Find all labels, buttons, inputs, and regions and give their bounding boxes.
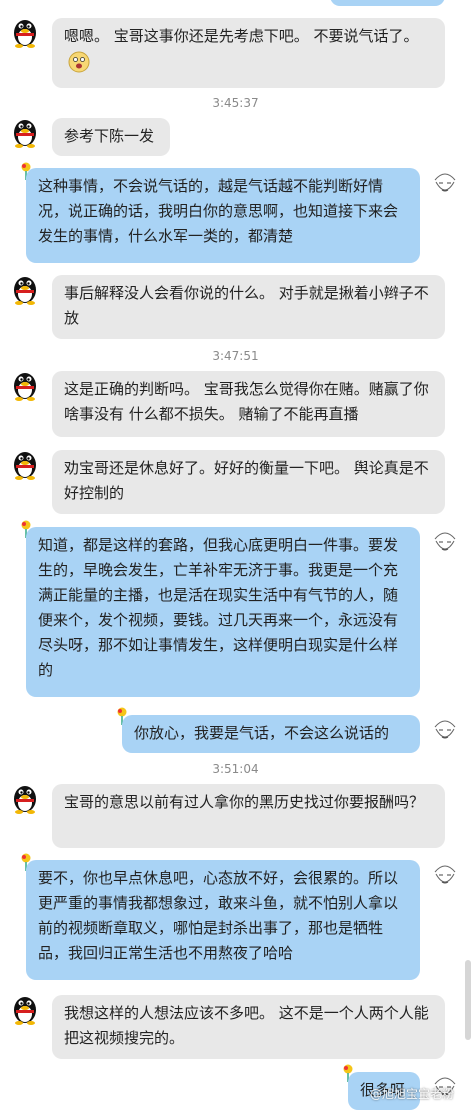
qq-penguin-avatar-icon[interactable] [10,116,40,148]
message-text: 你放心，我要是气话，不会这么说话的 [134,724,390,742]
qq-penguin-avatar-icon[interactable] [10,448,40,480]
sketch-face-avatar-icon[interactable] [430,527,460,559]
timestamp: 3:47:51 [212,349,259,363]
incoming-message-bubble[interactable]: 我想这样的人想法应该不多吧。 这不是一个人两个人能把这视频搜完的。 [52,995,445,1059]
previous-outgoing-bubble-edge [330,0,445,6]
outgoing-message-bubble[interactable]: 要不，你也早点休息吧，心态放不好，会很累的。所以更严重的事情我都想象过，敢来斗鱼… [26,860,420,980]
message-text: 事后解释没人会看你说的什么。 对手就是揪着小辫子不放 [64,284,429,327]
incoming-message-bubble[interactable]: 参考下陈一发 [52,118,170,156]
sketch-face-avatar-icon[interactable] [430,860,460,892]
incoming-message-bubble[interactable]: 宝哥的意思以前有过人拿你的黑历史找过你要报酬吗？ [52,784,445,848]
message-text: 要不，你也早点休息吧，心态放不好，会很累的。所以更严重的事情我都想象过，敢来斗鱼… [38,869,399,962]
qq-penguin-avatar-icon[interactable] [10,782,40,814]
qq-penguin-avatar-icon[interactable] [10,369,40,401]
message-text: 我想这样的人想法应该不多吧。 这不是一个人两个人能把这视频搜完的。 [64,1004,429,1047]
incoming-message-bubble[interactable]: 嗯嗯。 宝哥这事你还是先考虑下吧。 不要说气话了。 [52,18,445,88]
sketch-face-avatar-icon[interactable] [430,715,460,747]
qq-penguin-avatar-icon[interactable] [10,273,40,305]
scrollbar[interactable] [465,960,471,1040]
qq-penguin-avatar-icon[interactable] [10,16,40,48]
outgoing-message-bubble[interactable]: 这种事情，不会说气话的，越是气话越不能判断好情况，说正确的话，我明白你的意思啊，… [26,168,420,263]
qq-penguin-avatar-icon[interactable] [10,993,40,1025]
incoming-message-bubble[interactable]: 这是正确的判断吗。 宝哥我怎么觉得你在赌。赌赢了你啥事没有 什么都不损失。 赌输… [52,371,445,437]
outgoing-message-bubble[interactable]: 知道，都是这样的套路，但我心底更明白一件事。要发生的，早晚会发生，亡羊补牢无济于… [26,527,420,697]
sketch-face-avatar-icon[interactable] [430,168,460,200]
message-text: 宝哥的意思以前有过人拿你的黑历史找过你要报酬吗？ [64,793,425,811]
message-text: 这是正确的判断吗。 宝哥我怎么觉得你在赌。赌赢了你啥事没有 什么都不损失。 赌输… [64,380,429,423]
chat-history[interactable]: 嗯嗯。 宝哥这事你还是先考虑下吧。 不要说气话了。 3:45:37 参考下陈一发… [0,0,471,1113]
incoming-message-bubble[interactable]: 劝宝哥还是休息好了。好好的衡量一下吧。 舆论真是不好控制的 [52,450,445,514]
message-text: 嗯嗯。 宝哥这事你还是先考虑下吧。 不要说气话了。 [64,27,419,45]
surprised-face-emoji-icon [68,51,90,72]
watermark: @旭旭宝宝老粉 [370,1087,455,1101]
incoming-message-bubble[interactable]: 事后解释没人会看你说的什么。 对手就是揪着小辫子不放 [52,275,445,339]
timestamp: 3:51:04 [212,762,259,776]
message-text: 这种事情，不会说气话的，越是气话越不能判断好情况，说正确的话，我明白你的意思啊，… [38,177,399,245]
outgoing-message-bubble[interactable]: 你放心，我要是气话，不会这么说话的 [122,715,420,753]
timestamp: 3:45:37 [212,96,259,110]
message-text: 劝宝哥还是休息好了。好好的衡量一下吧。 舆论真是不好控制的 [64,459,429,502]
message-text: 参考下陈一发 [64,127,155,145]
message-text: 知道，都是这样的套路，但我心底更明白一件事。要发生的，早晚会发生，亡羊补牢无济于… [38,536,399,679]
